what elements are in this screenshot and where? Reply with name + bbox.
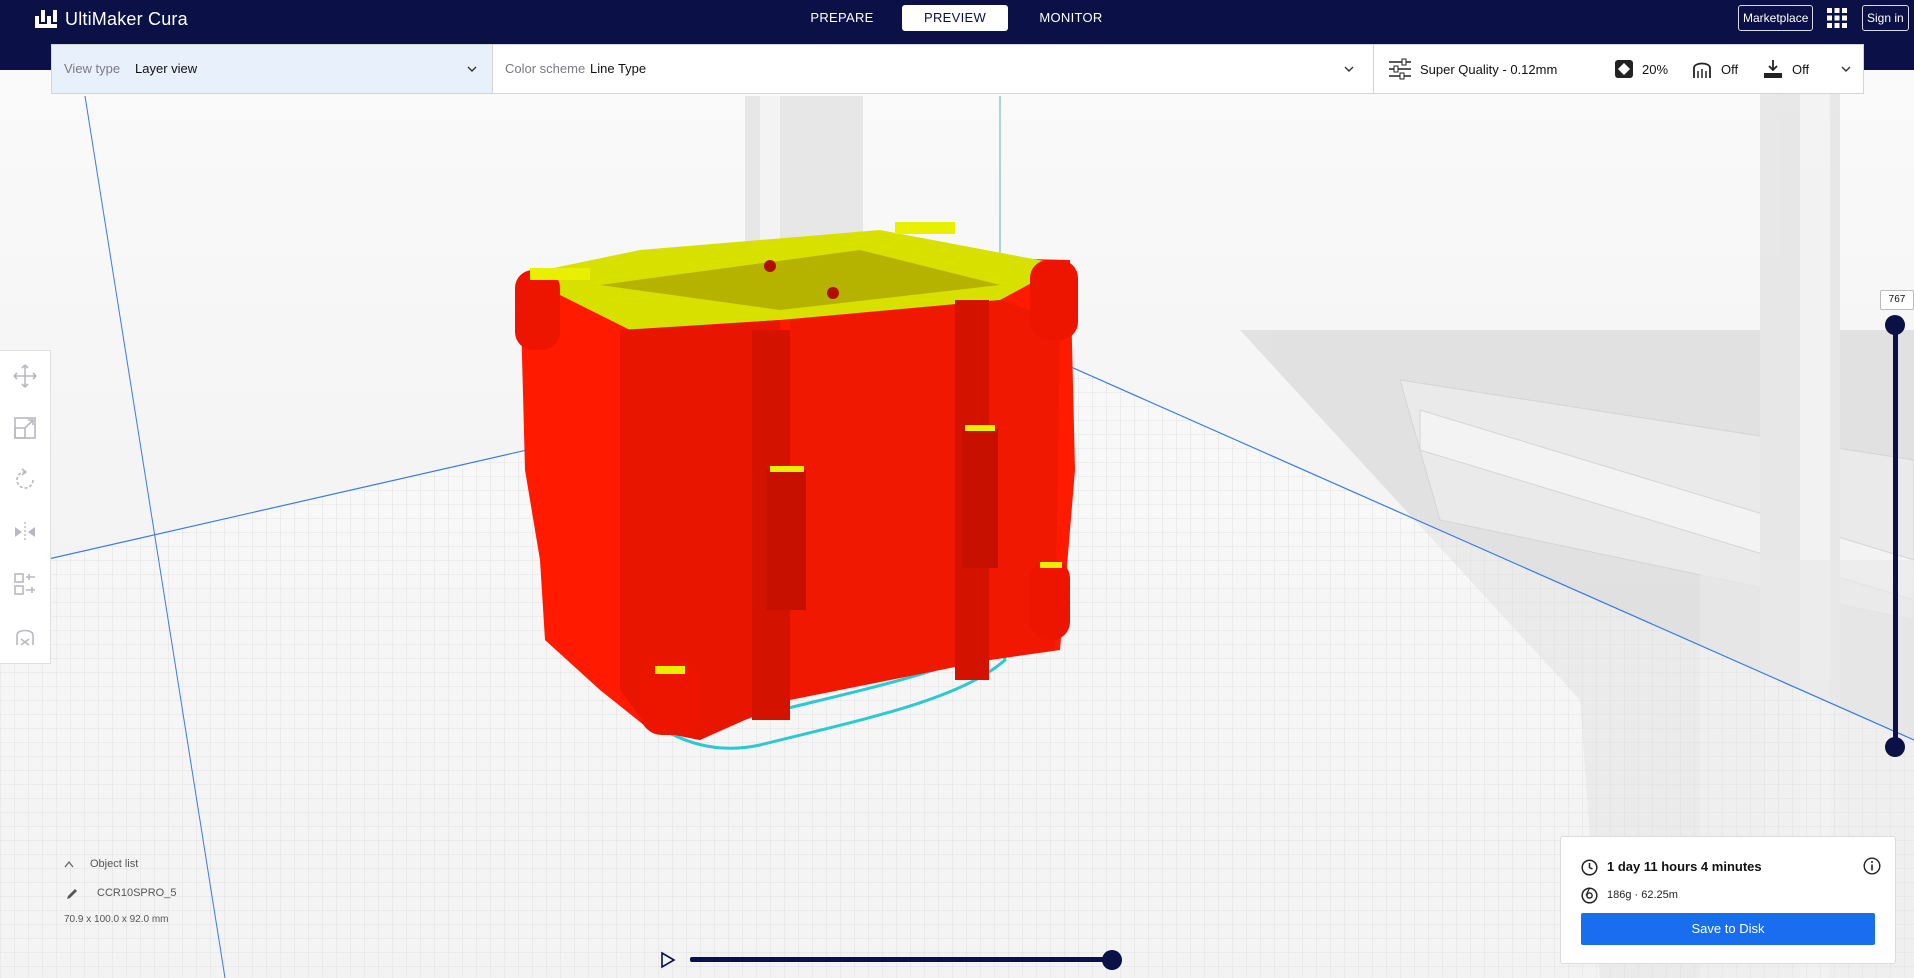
scale-icon[interactable] [12, 415, 38, 441]
chevron-down-icon [1841, 66, 1851, 72]
clock-icon [1581, 859, 1598, 876]
mirror-icon[interactable] [12, 519, 38, 545]
color-scheme-label: Color scheme [505, 61, 586, 76]
layer-slider-lower-handle[interactable] [1885, 737, 1905, 757]
infill-value: 20% [1642, 61, 1669, 77]
infill-icon [1615, 60, 1633, 78]
app-name: UltiMaker Cura [65, 8, 188, 29]
profile-setting: Super Quality - 0.12mm [1388, 45, 1557, 93]
view-options-bar: View type Layer view Color scheme Line T… [51, 44, 1864, 94]
sign-in-button[interactable]: Sign in [1862, 5, 1909, 31]
tab-monitor[interactable]: MONITOR [1022, 5, 1120, 31]
chevron-down-icon [1344, 66, 1354, 72]
apps-grid-icon[interactable] [1827, 8, 1847, 28]
print-time: 1 day 11 hours 4 minutes [1607, 859, 1762, 874]
adhesion-value: Off [1792, 61, 1810, 77]
support-icon [1693, 62, 1711, 78]
color-scheme-dropdown[interactable]: Color scheme Line Type [493, 45, 1374, 93]
tab-prepare[interactable]: PREPARE [793, 5, 891, 31]
chevron-up-icon[interactable] [64, 860, 74, 868]
info-icon[interactable] [1863, 857, 1881, 875]
object-list-toggle[interactable]: Object list [90, 858, 138, 870]
adhesion-icon [1764, 60, 1782, 78]
simulation-slider-track[interactable] [690, 957, 1110, 962]
material-usage: 186g · 62.25m [1607, 889, 1678, 901]
view-type-dropdown[interactable]: View type Layer view [52, 45, 493, 93]
app-logo: UltiMaker Cura [35, 8, 188, 30]
simulation-slider-handle[interactable] [1102, 950, 1122, 970]
layer-slider-track[interactable] [1893, 325, 1898, 747]
view-type-label: View type [64, 61, 121, 76]
chevron-down-icon [467, 66, 477, 72]
profile-value: Super Quality - 0.12mm [1420, 61, 1558, 77]
object-dimensions: 70.9 x 100.0 x 92.0 mm [64, 914, 169, 925]
support-setting: Off [1691, 45, 1738, 93]
marketplace-button[interactable]: Marketplace [1738, 5, 1814, 31]
spool-icon [1581, 887, 1598, 904]
pencil-icon[interactable] [65, 887, 79, 901]
tool-panel [0, 350, 51, 664]
save-to-disk-button[interactable]: Save to Disk [1581, 913, 1875, 945]
infill-setting: 20% [1614, 45, 1668, 93]
print-information-panel: 1 day 11 hours 4 minutes 186g · 62.25m S… [1560, 836, 1896, 964]
adhesion-setting: Off [1762, 45, 1809, 93]
per-model-settings-icon[interactable] [12, 571, 38, 597]
print-settings-selector[interactable]: Super Quality - 0.12mm 20% Off Off [1374, 45, 1864, 93]
rotate-icon[interactable] [12, 467, 38, 493]
layer-slider-upper-handle[interactable] [1885, 315, 1905, 335]
object-name: CCR10SPRO_5 [97, 887, 177, 899]
play-icon[interactable] [660, 951, 676, 969]
tab-preview[interactable]: PREVIEW [902, 5, 1008, 31]
layer-number-input[interactable]: 767 [1880, 290, 1914, 310]
color-scheme-value: Line Type [590, 61, 647, 76]
move-icon[interactable] [12, 363, 38, 389]
support-blocker-icon[interactable] [12, 623, 38, 649]
ultimaker-logo-icon [35, 10, 57, 28]
settings-sliders-icon [1389, 58, 1411, 80]
support-value: Off [1721, 61, 1739, 77]
view-type-value: Layer view [135, 61, 198, 76]
